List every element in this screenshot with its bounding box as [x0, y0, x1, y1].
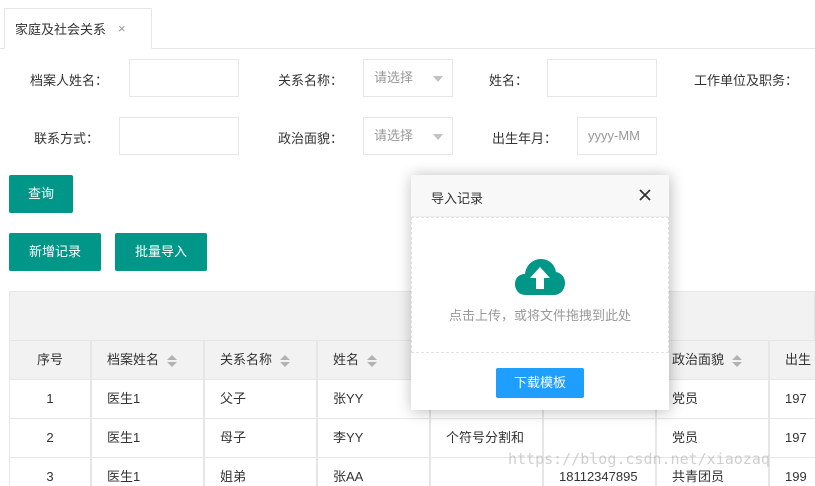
relation-select[interactable]: 请选择: [363, 59, 453, 97]
cell-index: 2: [9, 419, 91, 458]
tab-bar: 家庭及社会关系 ×: [0, 0, 815, 49]
cell-archive-name: 医生1: [91, 458, 204, 486]
chevron-down-icon: [433, 76, 443, 82]
cell-name: 李YY: [317, 419, 430, 458]
header-political[interactable]: 政治面貌: [656, 341, 769, 380]
archive-name-label: 档案人姓名：: [30, 73, 109, 88]
relation-placeholder: 请选择: [374, 70, 414, 85]
political-label: 政治面貌：: [278, 131, 344, 146]
sort-icon[interactable]: [367, 354, 378, 367]
tab-close-icon[interactable]: ×: [118, 21, 126, 36]
query-button[interactable]: 查询: [9, 175, 73, 213]
import-modal: 导入记录 点击上传，或将文件拖拽到此处 下载模板: [411, 175, 669, 410]
birth-placeholder: yyyy-MM: [588, 128, 640, 143]
header-index: 序号: [9, 341, 91, 380]
political-placeholder: 请选择: [374, 128, 414, 143]
upload-hint-text: 点击上传，或将文件拖拽到此处: [448, 308, 631, 323]
tab-family-relations[interactable]: 家庭及社会关系 ×: [4, 8, 152, 49]
sort-icon[interactable]: [280, 354, 291, 367]
work-label: 工作单位及职务：: [694, 73, 799, 88]
header-archive-name[interactable]: 档案姓名: [91, 341, 204, 380]
cell-index: 1: [9, 380, 91, 419]
archive-name-input[interactable]: [129, 59, 239, 97]
cell-birth: 199: [769, 458, 815, 486]
batch-import-button[interactable]: 批量导入: [115, 233, 207, 271]
cell-name: 张AA: [317, 458, 430, 486]
watermark-text: https://blog.csdn.net/xiaozaq: [508, 450, 770, 468]
political-select[interactable]: 请选择: [363, 117, 453, 155]
cell-birth: 197: [769, 419, 815, 458]
header-birth: 出生: [769, 341, 815, 380]
cell-political: 党员: [656, 380, 769, 419]
header-relation[interactable]: 关系名称: [204, 341, 317, 380]
contact-label: 联系方式：: [34, 131, 100, 146]
contact-input[interactable]: [119, 117, 239, 155]
sort-icon[interactable]: [167, 354, 178, 367]
tab-label: 家庭及社会关系: [15, 22, 107, 37]
sort-icon[interactable]: [732, 354, 743, 367]
modal-header: 导入记录: [411, 175, 669, 217]
cell-birth: 197: [769, 380, 815, 419]
birth-input[interactable]: yyyy-MM: [577, 117, 657, 155]
cloud-upload-icon: [515, 259, 565, 295]
chevron-down-icon: [433, 134, 443, 140]
name-input[interactable]: [547, 59, 657, 97]
download-template-button[interactable]: 下载模板: [496, 368, 584, 398]
cell-index: 3: [9, 458, 91, 486]
cell-archive-name: 医生1: [91, 380, 204, 419]
cell-relation: 父子: [204, 380, 317, 419]
cell-relation: 姐弟: [204, 458, 317, 486]
cell-relation: 母子: [204, 419, 317, 458]
birth-label: 出生年月：: [492, 131, 558, 146]
relation-label: 关系名称：: [278, 73, 344, 88]
name-label: 姓名：: [489, 73, 529, 88]
cell-archive-name: 医生1: [91, 419, 204, 458]
modal-title: 导入记录: [431, 191, 484, 206]
close-icon[interactable]: [637, 187, 653, 203]
add-record-button[interactable]: 新增记录: [9, 233, 101, 271]
